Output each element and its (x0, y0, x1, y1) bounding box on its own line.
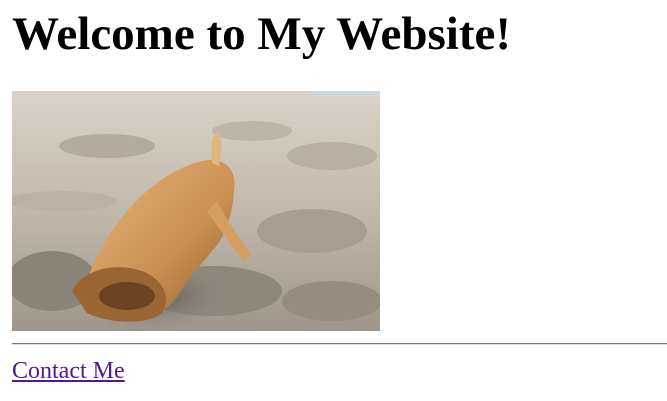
page-content: Welcome to My Website! Contact Me (12, 0, 667, 384)
puppy-photo (12, 91, 380, 331)
contact-me-link[interactable]: Contact Me (12, 357, 125, 385)
page-title: Welcome to My Website! (12, 8, 512, 60)
horizontal-divider (12, 343, 667, 345)
